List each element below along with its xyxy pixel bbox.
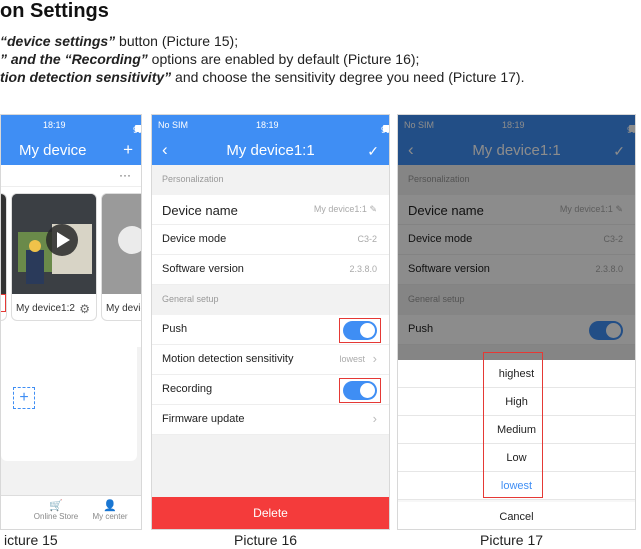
section-heading: on Settings [0, 0, 109, 22]
cart-icon: 🛒 [49, 500, 63, 512]
delete-button[interactable]: Delete [152, 497, 389, 529]
room-preview-icon [102, 194, 141, 294]
cancel-button[interactable]: Cancel [398, 502, 635, 529]
nav-bar: My device + [1, 137, 141, 165]
device-mode-row: Device mode C3-2 [152, 225, 389, 255]
settings-gear-icon[interactable]: ⚙ [79, 302, 90, 316]
device-card[interactable]: My devic [101, 193, 142, 321]
chevron-right-icon: › [372, 351, 377, 366]
row-label: Push [162, 323, 188, 335]
recording-row: Recording [152, 375, 389, 405]
chevron-right-icon: › [372, 411, 377, 426]
row-value: My device1:1 ✎ [313, 204, 377, 214]
nav-bar: ‹ My device1:1 ✓ [152, 137, 389, 165]
recording-highlight [339, 378, 381, 403]
row-value: C3-2 [357, 234, 377, 244]
caption-picture-17: Picture 17 [480, 532, 544, 548]
row-label: Firmware update [162, 413, 245, 425]
row-label: Motion detection sensitivity [162, 353, 294, 365]
section-header: General setup [162, 294, 219, 304]
status-bar: No SIM 18:19 93% [152, 115, 389, 137]
section-header: Personalization [162, 174, 224, 184]
firmware-update-row[interactable]: Firmware update › [152, 405, 389, 435]
add-device-icon[interactable]: + [123, 140, 133, 160]
device-cards: My device1:2 ⚙ My devic [1, 187, 141, 347]
page-title: My device1:1 [226, 142, 315, 159]
sensitivity-action-sheet: highest High Medium Low lowest Cancel [398, 352, 635, 529]
instruction-line-1: “device settings” button (Picture 15); [0, 33, 239, 49]
tab-bar: 🛒 Online Store 👤 My center [1, 495, 141, 529]
tab-label: My center [92, 512, 128, 521]
confirm-icon[interactable]: ✓ [367, 143, 379, 160]
room-preview-icon [12, 194, 96, 294]
device-card-label: My device1:2 [16, 303, 75, 314]
camera-thumbnail [102, 194, 141, 294]
row-label: Recording [162, 383, 213, 395]
tab-my-center[interactable]: 👤 My center [85, 499, 135, 521]
instruction-line-3: tion detection sensitivity” and choose t… [0, 69, 525, 85]
caption-picture-15: icture 15 [4, 532, 58, 548]
add-device-button[interactable]: + [13, 387, 35, 409]
push-row: Push [152, 315, 389, 345]
add-device-panel: + [1, 341, 137, 461]
row-label: Device mode [162, 233, 227, 245]
battery-icon [383, 125, 389, 132]
phone-screenshot-17: No SIM 18:19 93% ‹ My device1:1 ✓ Person… [397, 114, 636, 530]
status-time: 18:19 [43, 120, 66, 130]
tab-label: Online Store [33, 512, 79, 521]
device-card[interactable]: My device1:2 ⚙ [11, 193, 97, 321]
row-label: Device name [162, 203, 238, 218]
battery-icon [135, 125, 141, 132]
camera-thumbnail [12, 194, 96, 294]
tab-online-store[interactable]: 🛒 Online Store [31, 499, 81, 521]
phone-screenshot-16: No SIM 18:19 93% ‹ My device1:1 ✓ Person… [151, 114, 390, 530]
software-version-row: Software version 2.3.8.0 [152, 255, 389, 285]
settings-highlight [1, 294, 6, 312]
caption-picture-16: Picture 16 [234, 532, 298, 548]
camera-thumbnail [1, 194, 6, 294]
edit-icon: ✎ [369, 204, 377, 214]
motion-sensitivity-row[interactable]: Motion detection sensitivity lowest › [152, 345, 389, 375]
device-name-row[interactable]: Device name My device1:1 ✎ [152, 195, 389, 225]
more-icon[interactable]: ··· [119, 168, 131, 182]
status-time: 18:19 [256, 120, 279, 130]
row-value: lowest [339, 354, 365, 364]
instruction-line-2: ” and the “Recording” options are enable… [0, 51, 420, 67]
options-highlight [483, 352, 543, 498]
status-carrier: No SIM [158, 120, 189, 130]
user-icon: 👤 [103, 500, 117, 512]
row-value: 2.3.8.0 [349, 264, 377, 274]
device-card-partial[interactable] [1, 193, 7, 321]
row-label: Software version [162, 263, 244, 275]
status-bar: 18:19 93% [1, 115, 141, 137]
device-card-label: My devic [106, 303, 142, 314]
phone-screenshot-15: 18:19 93% My device + ··· [0, 114, 142, 530]
device-list-header: ··· [1, 165, 141, 187]
push-highlight [339, 318, 381, 343]
